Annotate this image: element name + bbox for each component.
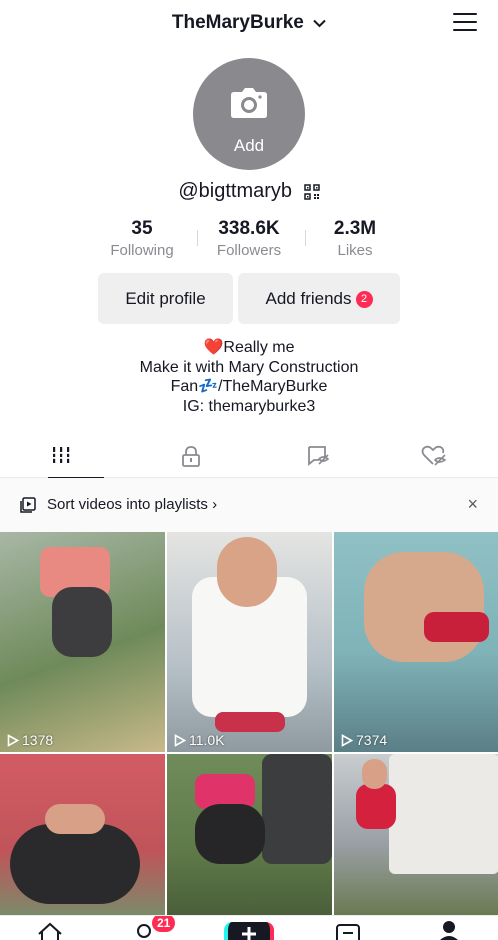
profile-icon[interactable] — [437, 921, 461, 940]
video-tile[interactable]: 1378 — [0, 532, 165, 752]
videos-grid-icon — [51, 447, 71, 463]
video-thumbnail-detail — [52, 587, 112, 657]
stat-following[interactable]: 35 Following — [93, 218, 191, 259]
video-thumbnail-detail — [217, 537, 277, 607]
playlist-prompt-text: Sort videos into playlists › — [47, 496, 218, 513]
add-friends-badge: 2 — [355, 291, 373, 308]
bio-line: ❤️Really me — [203, 339, 295, 356]
stat-value: 2.3M — [333, 218, 377, 239]
video-thumbnail-detail — [45, 804, 105, 834]
tab-private[interactable] — [129, 436, 253, 478]
top-bar: TheMaryBurke — [0, 0, 498, 48]
playlist-icon — [20, 497, 36, 513]
video-tile[interactable] — [0, 754, 165, 915]
stat-divider — [197, 230, 198, 246]
stat-followers[interactable]: 338.6K Followers — [203, 218, 295, 259]
video-thumbnail-detail — [364, 552, 484, 662]
stat-value: 338.6K — [218, 218, 280, 239]
bio-line: Fan💤/TheMaryBurke — [170, 378, 328, 395]
view-count: 11.0K — [174, 732, 225, 748]
video-thumbnail-detail — [215, 712, 285, 732]
qr-code-icon[interactable] — [303, 183, 320, 200]
video-thumbnail-detail — [389, 754, 498, 874]
chevron-down-icon — [313, 12, 326, 34]
create-button[interactable] — [224, 922, 274, 940]
video-thumbnail-detail — [424, 612, 489, 642]
camera-icon — [231, 88, 267, 118]
account-switcher[interactable]: TheMaryBurke — [0, 12, 498, 34]
video-tile[interactable] — [334, 754, 498, 915]
stat-divider — [305, 230, 306, 246]
video-thumbnail-detail — [10, 824, 140, 904]
private-lock-icon — [182, 446, 200, 467]
playlist-prompt[interactable]: Sort videos into playlists › × — [0, 478, 498, 532]
tab-videos[interactable] — [0, 436, 124, 479]
view-count: 1378 — [7, 732, 53, 748]
user-handle: @bigttmaryb — [178, 180, 293, 202]
stat-label: Followers — [216, 242, 282, 259]
avatar[interactable]: Add — [193, 58, 305, 170]
video-thumbnail-detail — [262, 754, 332, 864]
profile-tabs — [0, 436, 498, 479]
stat-label: Likes — [337, 242, 373, 259]
plus-icon — [242, 927, 256, 940]
video-tile[interactable]: 7374 — [334, 532, 498, 752]
video-thumbnail-detail — [195, 804, 265, 864]
edit-profile-button[interactable]: Edit profile — [98, 273, 233, 324]
stat-value: 35 — [131, 218, 153, 239]
play-icon — [174, 734, 187, 747]
profile-stats: 35 Following 338.6K Followers 2.3M Likes — [93, 218, 405, 262]
play-icon — [7, 734, 20, 747]
avatar-add-label: Add — [233, 136, 265, 155]
stat-likes[interactable]: 2.3M Likes — [315, 218, 395, 259]
add-friends-label: Add friends — [265, 289, 352, 308]
inbox-icon[interactable] — [335, 923, 361, 940]
profile-bio: ❤️Really me Make it with Mary Constructi… — [0, 338, 498, 416]
tab-reposts[interactable] — [255, 436, 379, 478]
video-tile[interactable]: 11.0K — [167, 532, 332, 752]
view-count: 7374 — [341, 732, 387, 748]
tab-liked[interactable] — [370, 436, 494, 478]
handle-row: @bigttmaryb — [0, 180, 498, 203]
video-thumbnail-detail — [362, 759, 387, 789]
liked-hidden-icon — [421, 445, 447, 466]
bottom-nav: 21 — [0, 915, 498, 940]
account-name: TheMaryBurke — [171, 12, 304, 34]
video-thumbnail-detail — [356, 784, 396, 829]
stat-label: Following — [110, 242, 174, 259]
bio-line: IG: themaryburke3 — [182, 397, 316, 415]
video-tile[interactable] — [167, 754, 332, 915]
bio-line: Make it with Mary Construction — [139, 358, 359, 376]
home-icon[interactable] — [36, 922, 64, 940]
edit-profile-label: Edit profile — [125, 289, 206, 308]
play-icon — [341, 734, 354, 747]
hamburger-menu-icon[interactable] — [453, 13, 477, 33]
close-icon[interactable]: × — [467, 494, 478, 515]
video-grid: 1378 11.0K 7374 — [0, 532, 498, 915]
reposts-icon — [308, 446, 330, 466]
inbox-badge: 21 — [152, 916, 176, 932]
add-friends-button[interactable]: Add friends 2 — [238, 273, 400, 324]
